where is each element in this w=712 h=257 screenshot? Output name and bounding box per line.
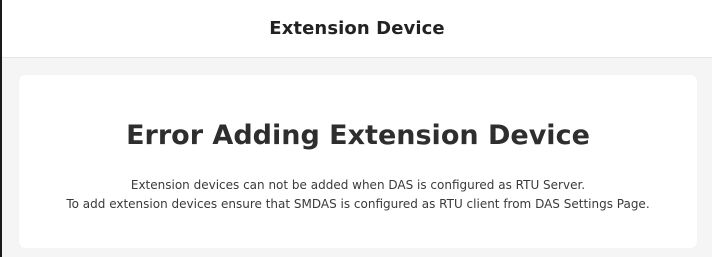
error-message: Extension devices can not be added when … bbox=[19, 176, 697, 214]
error-message-line-1: Extension devices can not be added when … bbox=[130, 178, 586, 192]
error-message-line-2: To add extension devices ensure that SMD… bbox=[66, 197, 650, 211]
page-header: Extension Device bbox=[2, 0, 712, 58]
page-title: Extension Device bbox=[269, 18, 445, 39]
error-card: Error Adding Extension Device Extension … bbox=[19, 75, 697, 248]
content-area: Error Adding Extension Device Extension … bbox=[2, 58, 712, 257]
error-title: Error Adding Extension Device bbox=[126, 120, 590, 151]
extension-device-window: Extension Device Error Adding Extension … bbox=[0, 0, 712, 257]
